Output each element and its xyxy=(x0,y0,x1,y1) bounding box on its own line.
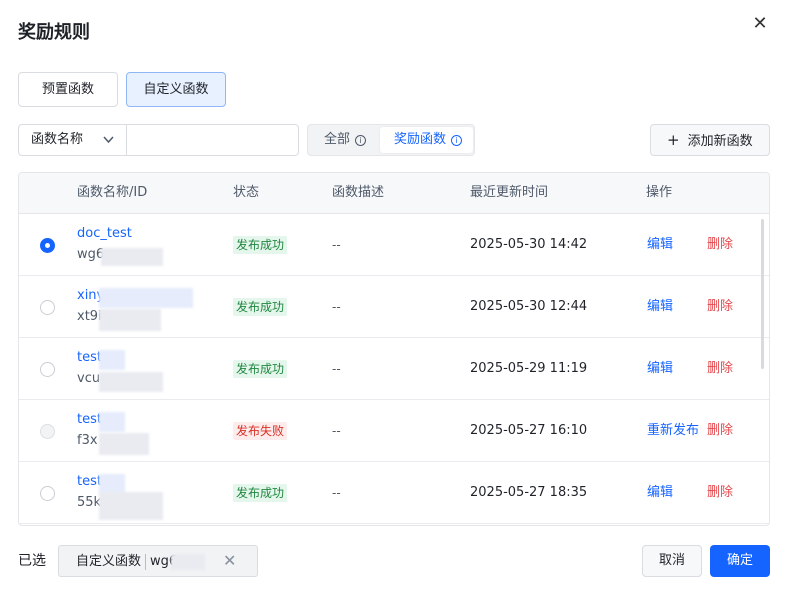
selected-chip-name: 自定义函数 xyxy=(76,554,142,569)
column-status: 状态 xyxy=(233,185,260,200)
redacted-block xyxy=(99,288,193,308)
function-id: xt9i xyxy=(77,309,102,324)
column-description: 函数描述 xyxy=(332,185,385,200)
table-row[interactable]: test 55k 发布成功 -- 2025-05-27 18:35 编辑 删除 xyxy=(19,462,769,524)
delete-button[interactable]: 删除 xyxy=(707,360,733,378)
edit-button[interactable]: 编辑 xyxy=(647,236,673,254)
dialog-title: 奖励规则 xyxy=(18,22,90,43)
selected-chip: 自定义函数 wg6 ✕ xyxy=(58,545,258,577)
updated-time: 2025-05-27 16:10 xyxy=(470,423,588,438)
segment-all[interactable]: 全部 i xyxy=(310,127,380,153)
redacted-block xyxy=(99,433,149,455)
confirm-button[interactable]: 确定 xyxy=(710,545,770,577)
table-scrollbar[interactable] xyxy=(761,219,764,369)
function-id: f3x xyxy=(77,433,98,448)
add-function-label: 添加新函数 xyxy=(687,134,753,149)
table-row[interactable]: test vcu 发布成功 -- 2025-05-29 11:19 编辑 删除 xyxy=(19,338,769,400)
chevron-down-icon xyxy=(103,125,114,167)
delete-button[interactable]: 删除 xyxy=(707,484,733,502)
republish-button[interactable]: 重新发布 xyxy=(647,422,699,440)
segment-reward-functions[interactable]: 奖励函数 i xyxy=(380,127,473,153)
chip-divider xyxy=(145,554,146,570)
delete-button[interactable]: 删除 xyxy=(707,236,733,254)
status-badge: 发布成功 xyxy=(233,236,288,254)
selected-label: 已选 xyxy=(18,553,46,569)
redacted-block xyxy=(99,309,161,331)
function-id: vcu xyxy=(77,371,101,386)
row-radio[interactable] xyxy=(40,238,55,253)
column-updated-time: 最近更新时间 xyxy=(470,185,549,200)
info-icon: i xyxy=(355,135,367,146)
status-badge: 发布成功 xyxy=(233,360,288,378)
function-type-segment: 全部 i 奖励函数 i xyxy=(307,124,475,156)
search-field-select[interactable]: 函数名称 xyxy=(18,124,127,156)
row-radio[interactable] xyxy=(40,300,55,315)
edit-button[interactable]: 编辑 xyxy=(647,298,673,316)
row-radio[interactable] xyxy=(40,486,55,501)
table-row[interactable]: xiny xt9i 发布成功 -- 2025-05-30 12:44 编辑 删除 xyxy=(19,276,769,338)
function-description: -- xyxy=(332,486,341,500)
close-icon[interactable]: ✕ xyxy=(750,14,770,34)
updated-time: 2025-05-27 18:35 xyxy=(470,485,588,500)
segment-all-label: 全部 xyxy=(324,132,351,147)
add-function-button[interactable]: + 添加新函数 xyxy=(650,124,770,156)
redacted-block xyxy=(99,372,163,392)
function-description: -- xyxy=(332,362,341,376)
remove-selection-icon[interactable]: ✕ xyxy=(223,550,236,572)
row-radio xyxy=(40,424,55,439)
edit-button[interactable]: 编辑 xyxy=(647,484,673,502)
function-table: 函数名称/ID 状态 函数描述 最近更新时间 操作 doc_test wg6 发… xyxy=(18,172,770,526)
updated-time: 2025-05-29 11:19 xyxy=(470,361,588,376)
function-name-link[interactable]: doc_test xyxy=(77,226,132,241)
redacted-block xyxy=(101,248,163,266)
edit-button[interactable]: 编辑 xyxy=(647,360,673,378)
redacted-block xyxy=(171,554,205,570)
column-actions: 操作 xyxy=(646,185,673,200)
function-description: -- xyxy=(332,238,341,252)
redacted-block xyxy=(99,474,125,494)
search-field-select-value: 函数名称 xyxy=(31,132,84,147)
table-row[interactable]: doc_test wg6 发布成功 -- 2025-05-30 14:42 编辑… xyxy=(19,214,769,276)
info-icon: i xyxy=(451,135,463,146)
function-id: 55k xyxy=(77,495,102,510)
updated-time: 2025-05-30 12:44 xyxy=(470,299,588,314)
status-badge: 发布失败 xyxy=(233,422,288,440)
delete-button[interactable]: 删除 xyxy=(707,298,733,316)
row-radio[interactable] xyxy=(40,362,55,377)
function-description: -- xyxy=(332,424,341,438)
redacted-block xyxy=(99,412,125,432)
column-name-id: 函数名称/ID xyxy=(77,185,148,200)
cancel-button[interactable]: 取消 xyxy=(642,545,702,577)
table-header: 函数名称/ID 状态 函数描述 最近更新时间 操作 xyxy=(19,173,769,214)
tab-custom-functions[interactable]: 自定义函数 xyxy=(126,72,226,107)
table-row: test f3x 发布失败 -- 2025-05-27 16:10 重新发布 删… xyxy=(19,400,769,462)
redacted-block xyxy=(99,350,125,370)
segment-reward-label: 奖励函数 xyxy=(394,132,447,147)
search-input[interactable] xyxy=(126,124,299,156)
delete-button[interactable]: 删除 xyxy=(707,422,733,440)
plus-icon: + xyxy=(667,131,680,149)
status-badge: 发布成功 xyxy=(233,298,288,316)
updated-time: 2025-05-30 14:42 xyxy=(470,237,588,252)
function-description: -- xyxy=(332,300,341,314)
tab-preset-functions[interactable]: 预置函数 xyxy=(18,72,118,107)
status-badge: 发布成功 xyxy=(233,484,288,502)
redacted-block xyxy=(99,492,163,520)
